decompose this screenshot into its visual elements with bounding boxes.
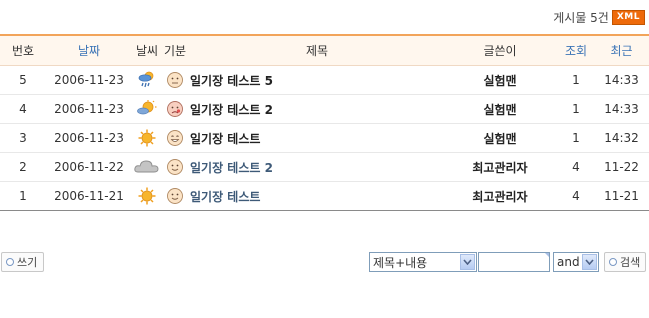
- col-title: 제목: [305, 44, 329, 58]
- search-button-label: 검색: [620, 256, 641, 269]
- cloud-icon: [132, 158, 162, 176]
- col-author: 글쓴이: [483, 44, 517, 58]
- row-no: 2: [19, 160, 27, 174]
- col-date-sort[interactable]: 날짜: [46, 42, 132, 59]
- table-body: 5 2006-11-23 일기장 테스트 5 실험맨 1 14:33 4 2006-11-23…: [0, 66, 649, 211]
- operator-select[interactable]: and: [553, 252, 599, 272]
- row-title-link[interactable]: 일기장 테스트 5: [188, 72, 444, 89]
- search-field-value: 제목+내용: [373, 255, 428, 270]
- chevron-down-icon[interactable]: [460, 254, 475, 270]
- operator-value: and: [557, 255, 580, 269]
- row-author[interactable]: 실험맨: [444, 101, 556, 118]
- row-title-link[interactable]: 일기장 테스트 2: [188, 159, 444, 176]
- row-views: 1: [572, 73, 580, 87]
- sun-rain-icon: [132, 70, 162, 90]
- rss-xml-badge[interactable]: XML: [611, 9, 645, 25]
- row-title-link[interactable]: 일기장 테스트: [188, 188, 444, 205]
- table-row: 4 2006-11-23 일기장 테스트 2 실험맨 1 14:33: [0, 95, 649, 124]
- grin-face-icon: [162, 129, 188, 147]
- row-date: 2006-11-21: [54, 189, 124, 203]
- table-header: 번호 날짜 날씨 기분 제목 글쓴이 조회 최근: [0, 36, 649, 66]
- row-no: 3: [19, 131, 27, 145]
- board-info: 게시물 5건 XML: [553, 9, 645, 25]
- row-title-link[interactable]: 일기장 테스트: [188, 130, 444, 147]
- row-author[interactable]: 최고관리자: [444, 188, 556, 205]
- row-recent: 14:32: [604, 131, 639, 145]
- row-no: 1: [19, 189, 27, 203]
- col-no: 번호: [11, 44, 35, 58]
- row-no: 4: [19, 102, 27, 116]
- search-field-select[interactable]: 제목+내용: [369, 252, 477, 272]
- col-weather: 날씨: [135, 44, 159, 58]
- row-date: 2006-11-22: [54, 160, 124, 174]
- row-date: 2006-11-23: [54, 102, 124, 116]
- sun-cloud-icon: [132, 100, 162, 118]
- row-views: 4: [572, 160, 580, 174]
- search-input[interactable]: [478, 252, 550, 272]
- row-recent: 11-22: [604, 160, 639, 174]
- col-views-sort[interactable]: 조회: [556, 42, 596, 59]
- row-author[interactable]: 최고관리자: [444, 159, 556, 176]
- row-recent: 14:33: [604, 73, 639, 87]
- table-row: 1 2006-11-21 일기장 테스트 최고관리자 4 11-21: [0, 182, 649, 211]
- bullet-icon: [6, 258, 14, 266]
- search-button[interactable]: 검색: [604, 252, 647, 272]
- plain-face-icon: [162, 71, 188, 89]
- write-button-label: 쓰기: [17, 256, 38, 269]
- row-recent: 14:33: [604, 102, 639, 116]
- table-row: 3 2006-11-23 일기장 테스트 실험맨 1 14:32: [0, 124, 649, 153]
- search-bar: 제목+내용 and 검색: [369, 252, 647, 272]
- row-title-link[interactable]: 일기장 테스트 2: [188, 101, 444, 118]
- col-recent-sort[interactable]: 최근: [596, 42, 647, 59]
- row-views: 1: [572, 131, 580, 145]
- row-no: 5: [19, 73, 27, 87]
- table-row: 2 2006-11-22 일기장 테스트 2 최고관리자 4 11-22: [0, 153, 649, 182]
- sun-icon: [132, 129, 162, 147]
- chevron-down-icon[interactable]: [582, 254, 597, 270]
- row-views: 1: [572, 102, 580, 116]
- sick-face-icon: [162, 100, 188, 118]
- table-row: 5 2006-11-23 일기장 테스트 5 실험맨 1 14:33: [0, 66, 649, 95]
- row-views: 4: [572, 189, 580, 203]
- col-mood: 기분: [163, 44, 187, 58]
- diary-board-table: 번호 날짜 날씨 기분 제목 글쓴이 조회 최근 5 2006-11-23 일기장 …: [0, 34, 649, 211]
- row-date: 2006-11-23: [54, 73, 124, 87]
- row-recent: 11-21: [604, 189, 639, 203]
- smile-face-icon: [162, 187, 188, 205]
- sun-icon: [132, 187, 162, 205]
- write-button[interactable]: 쓰기: [1, 252, 45, 272]
- bullet-icon: [609, 258, 617, 266]
- row-date: 2006-11-23: [54, 131, 124, 145]
- row-author[interactable]: 실험맨: [444, 72, 556, 89]
- post-count: 게시물 5건: [553, 10, 609, 25]
- row-author[interactable]: 실험맨: [444, 130, 556, 147]
- smile-face-icon: [162, 158, 188, 176]
